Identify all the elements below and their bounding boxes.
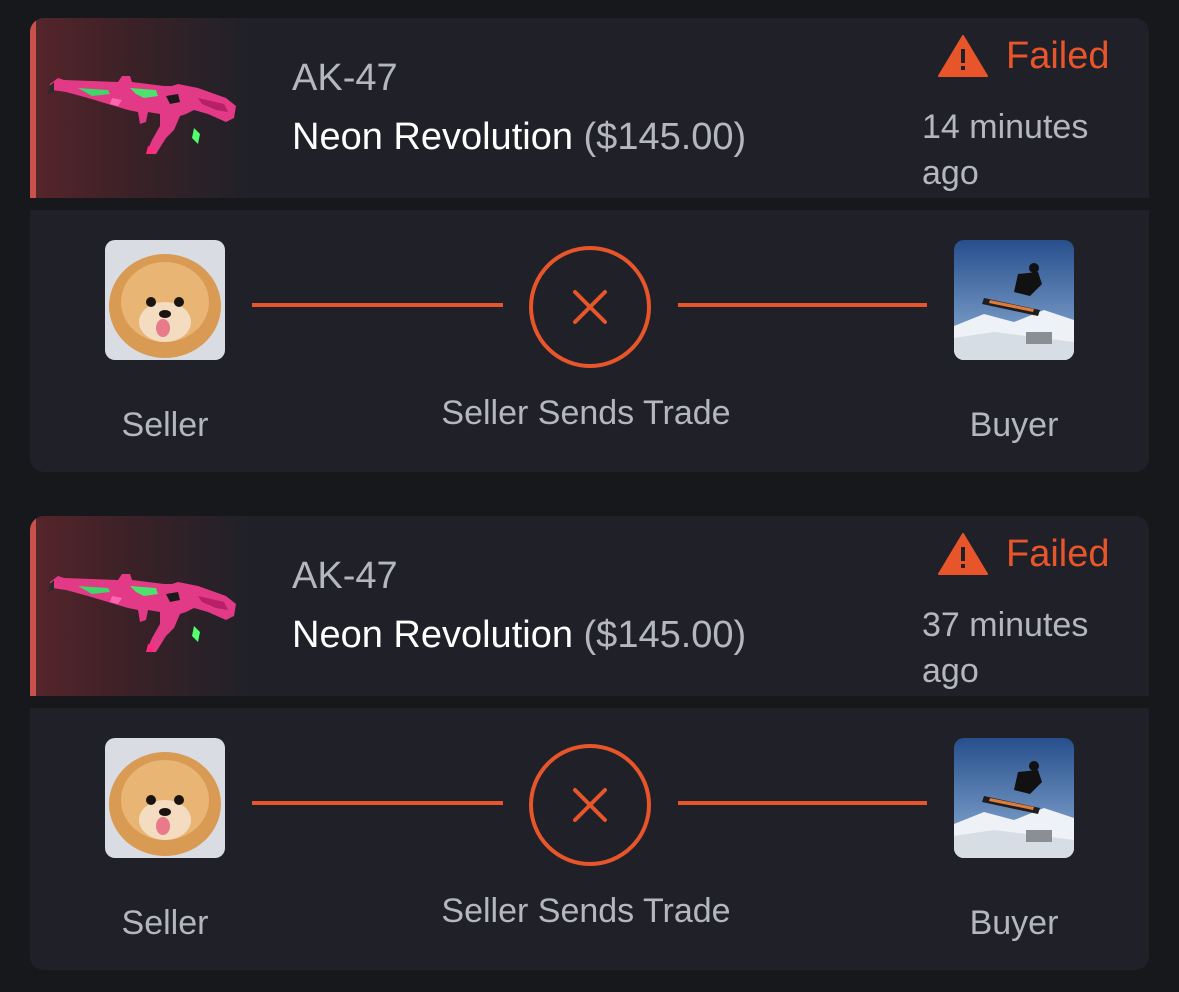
step-status-indicator — [529, 744, 651, 866]
status-label: Failed — [1006, 532, 1110, 575]
item-thumbnail — [36, 516, 250, 696]
warning-triangle-icon — [938, 35, 988, 77]
skin-price: ($145.00) — [583, 614, 747, 656]
item-header: AK-47 Neon Revolution ($145.00) Failed 3… — [30, 516, 1149, 696]
time-ago: 37 minutes ago — [922, 606, 1089, 690]
buyer-label: Buyer — [969, 904, 1059, 942]
item-header: AK-47 Neon Revolution ($145.00) Failed 1… — [30, 18, 1149, 198]
status-badge: Failed — [938, 532, 1110, 576]
buyer-avatar[interactable] — [954, 738, 1074, 858]
close-x-icon — [573, 290, 607, 324]
skin-name: Neon Revolution — [292, 116, 573, 158]
item-thumbnail — [36, 18, 250, 198]
time-ago: 14 minutes ago — [922, 108, 1089, 192]
buyer-avatar[interactable] — [954, 240, 1074, 360]
trade-card[interactable]: AK-47 Neon Revolution ($145.00) Failed 3… — [30, 516, 1149, 970]
skin-name: Neon Revolution — [292, 614, 573, 656]
step-label: Seller Sends Trade — [441, 394, 731, 432]
buyer-label: Buyer — [969, 406, 1059, 444]
pomeranian-dog-avatar — [105, 738, 225, 858]
skin-price: ($145.00) — [583, 116, 747, 158]
close-x-icon — [573, 788, 607, 822]
trade-flow: Seller Seller Sends Trade Buyer — [30, 708, 1149, 970]
weapon-name: AK-47 — [292, 555, 398, 597]
skin-line: Neon Revolution ($145.00) — [292, 116, 746, 158]
status-label: Failed — [1006, 34, 1110, 77]
trade-card[interactable]: AK-47 Neon Revolution ($145.00) Failed 1… — [30, 18, 1149, 472]
ak47-neon-revolution-image — [48, 76, 236, 154]
status-badge: Failed — [938, 34, 1110, 78]
trade-flow: Seller Seller Sends Trade Buyer — [30, 210, 1149, 472]
snowboarder-avatar — [954, 738, 1074, 858]
connector-line — [252, 801, 503, 805]
connector-line — [252, 303, 503, 307]
skin-line: Neon Revolution ($145.00) — [292, 614, 746, 656]
seller-label: Seller — [121, 904, 209, 942]
weapon-name: AK-47 — [292, 57, 398, 99]
warning-triangle-icon — [938, 533, 988, 575]
step-status-indicator — [529, 246, 651, 368]
connector-line — [678, 801, 927, 805]
pomeranian-dog-avatar — [105, 240, 225, 360]
trade-history-page: AK-47 Neon Revolution ($145.00) Failed 1… — [0, 0, 1179, 992]
seller-avatar[interactable] — [105, 738, 225, 858]
step-label: Seller Sends Trade — [441, 892, 731, 930]
seller-avatar[interactable] — [105, 240, 225, 360]
ak47-neon-revolution-image — [48, 574, 236, 652]
snowboarder-avatar — [954, 240, 1074, 360]
connector-line — [678, 303, 927, 307]
seller-label: Seller — [121, 406, 209, 444]
